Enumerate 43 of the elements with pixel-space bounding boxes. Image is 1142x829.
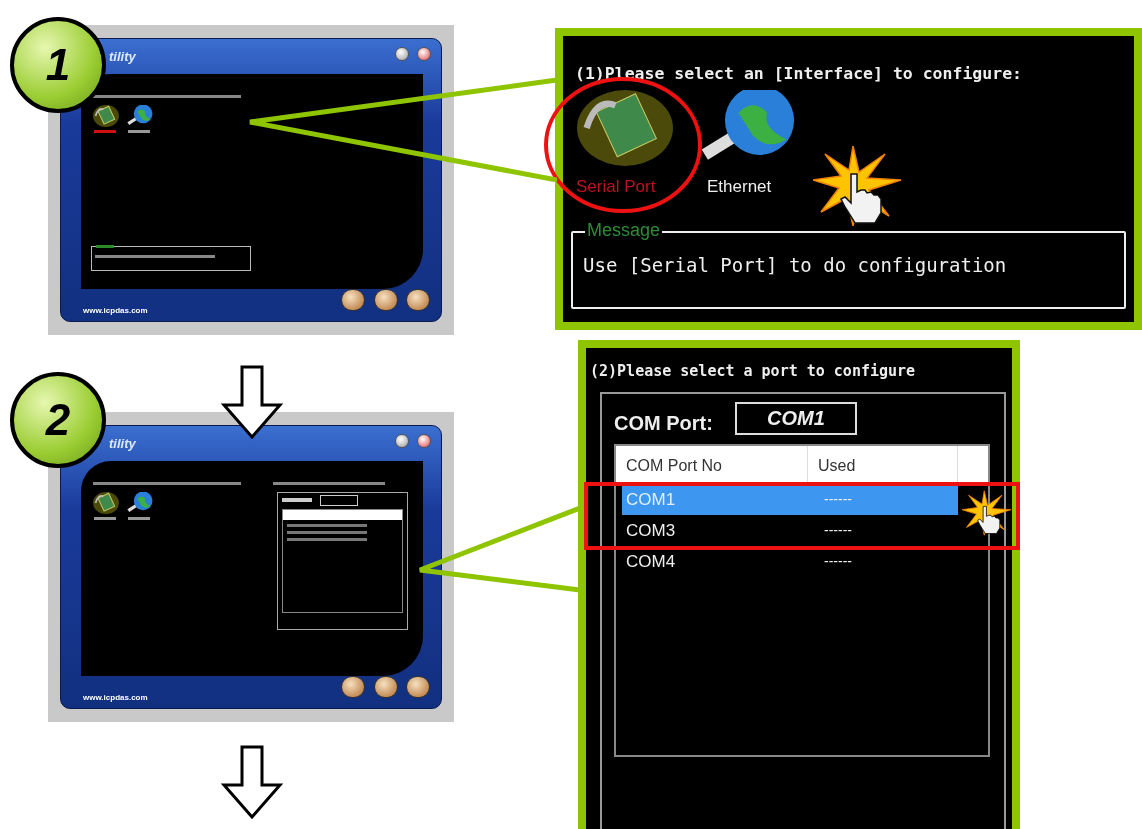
- round-button[interactable]: [374, 676, 398, 698]
- port-used: ------: [823, 552, 852, 571]
- circuit-board-icon: [93, 492, 119, 514]
- click-hand-icon: [962, 490, 1012, 536]
- round-button[interactable]: [374, 289, 398, 311]
- interface-label[interactable]: Ethernet: [707, 174, 772, 200]
- circuit-board-icon: [577, 90, 673, 166]
- round-button[interactable]: [341, 289, 365, 311]
- port-used: ------: [823, 490, 852, 509]
- globe-icon: [127, 105, 153, 127]
- com-port-field[interactable]: COM1: [735, 402, 857, 435]
- circuit-board-icon: [93, 105, 119, 127]
- port-name: COM1: [625, 488, 677, 511]
- close-button[interactable]: [417, 434, 431, 448]
- round-button[interactable]: [341, 676, 365, 698]
- column-header: COM Port No: [616, 446, 808, 482]
- port-used: ------: [823, 521, 852, 540]
- round-button[interactable]: [406, 289, 430, 311]
- port-name: COM4: [625, 550, 677, 573]
- port-row[interactable]: COM3 ------: [622, 515, 958, 546]
- column-header: Used: [808, 446, 958, 482]
- website-link[interactable]: www.icpdas.com: [83, 305, 148, 317]
- down-arrow-icon: [220, 745, 284, 819]
- step-number: 2: [45, 394, 71, 446]
- help-button[interactable]: [395, 434, 409, 448]
- com-port-label: COM Port:: [614, 411, 713, 436]
- port-name: COM3: [625, 519, 677, 542]
- window-title: tility: [109, 48, 136, 66]
- website-link[interactable]: www.icpdas.com: [83, 692, 148, 704]
- step-number: 1: [45, 39, 71, 91]
- click-hand-icon: [813, 146, 903, 226]
- round-button[interactable]: [406, 676, 430, 698]
- interface-prompt: (1)Please select an [Interface] to configure:: [575, 63, 1023, 85]
- window-title: tility: [109, 435, 136, 453]
- port-prompt: (2)Please select a port to configure: [590, 361, 916, 382]
- down-arrow-icon: [220, 365, 284, 439]
- close-button[interactable]: [417, 47, 431, 61]
- help-button[interactable]: [395, 47, 409, 61]
- blurred-text-line: [96, 245, 114, 248]
- port-row[interactable]: COM4 ------: [622, 546, 958, 577]
- com-port-field[interactable]: [320, 495, 358, 506]
- message-text: Use [Serial Port] to do configuration: [583, 253, 1007, 278]
- globe-icon: [127, 492, 153, 514]
